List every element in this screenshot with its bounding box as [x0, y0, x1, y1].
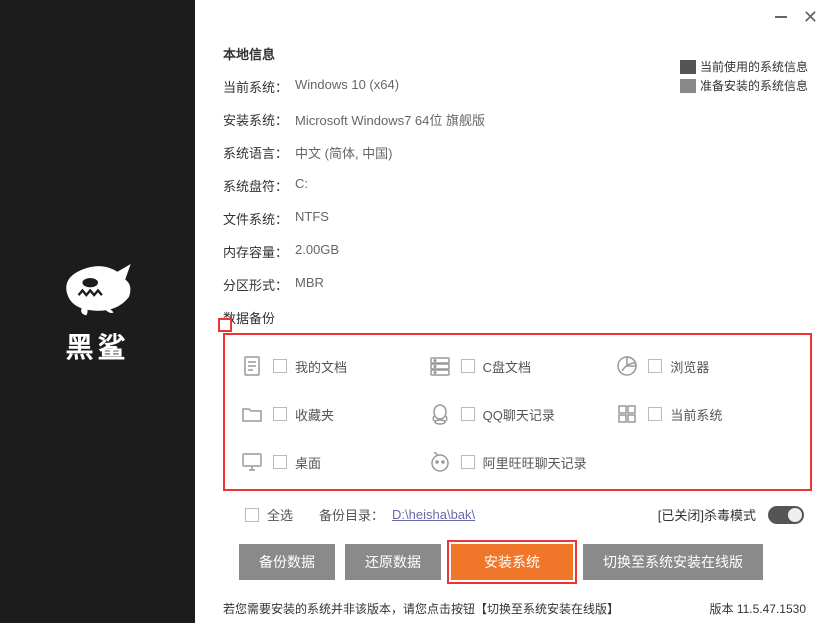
- info-row-fs: 文件系统： NTFS: [223, 209, 812, 228]
- windows-icon: [614, 401, 640, 427]
- system-info: 当前系统： Windows 10 (x64) 安装系统： Microsoft W…: [223, 77, 812, 294]
- backup-item-mydocs: 我的文档: [239, 353, 421, 379]
- legend-target: 准备安装的系统信息: [680, 77, 808, 94]
- backup-item-desktop: 桌面: [239, 449, 421, 475]
- legend-current-label: 当前使用的系统信息: [700, 58, 808, 75]
- antivirus-toggle[interactable]: [768, 506, 804, 524]
- folder-icon: [239, 401, 265, 427]
- backup-button[interactable]: 备份数据: [239, 544, 335, 580]
- legend-current: 当前使用的系统信息: [680, 58, 808, 75]
- aliww-label: 阿里旺旺聊天记录: [483, 453, 587, 472]
- backup-section-title: 数据备份: [223, 308, 812, 327]
- select-all-label: 全选: [267, 505, 293, 524]
- checkbox-mydocs[interactable]: [273, 359, 287, 373]
- checkbox-browser[interactable]: [648, 359, 662, 373]
- mydocs-label: 我的文档: [295, 357, 347, 376]
- backup-item-cdocs: C盘文档: [427, 353, 609, 379]
- info-row-lang: 系统语言： 中文 (简体, 中国): [223, 143, 812, 162]
- fs-value: NTFS: [295, 209, 329, 228]
- mem-value: 2.00GB: [295, 242, 339, 261]
- drive-value: C:: [295, 176, 308, 195]
- info-row-part: 分区形式： MBR: [223, 275, 812, 294]
- install-os-label: 安装系统：: [223, 110, 295, 129]
- document-icon: [239, 353, 265, 379]
- legend-swatch-target: [680, 79, 696, 93]
- minimize-button[interactable]: [775, 16, 787, 18]
- legend: 当前使用的系统信息 准备安装的系统信息: [680, 58, 808, 96]
- footer-note: 若您需要安装的系统并非该版本，请您点击按钮【切换至系统安装在线版】: [223, 600, 619, 617]
- current-os-label: 当前系统：: [223, 77, 295, 96]
- action-buttons: 备份数据 还原数据 安装系统 切换至系统安装在线版: [239, 544, 812, 580]
- brand-text: 黑鲨: [65, 326, 129, 366]
- backup-item-aliww: 阿里旺旺聊天记录: [427, 449, 609, 475]
- backup-item-qq: QQ聊天记录: [427, 401, 609, 427]
- aliwangwang-icon: [427, 449, 453, 475]
- app-window: 黑鲨 ✕ 本地信息 当前使用的系统信息 准备安装的系统信息 当前系统： Wind…: [0, 0, 830, 623]
- browser-icon: [614, 353, 640, 379]
- mem-label: 内存容量：: [223, 242, 295, 261]
- install-os-value: Microsoft Windows7 64位 旗舰版: [295, 110, 485, 129]
- monitor-icon: [239, 449, 265, 475]
- backup-options-row: 全选 备份目录： D:\heisha\bak\ [已关闭]杀毒模式: [223, 505, 812, 524]
- part-value: MBR: [295, 275, 324, 294]
- favorites-label: 收藏夹: [295, 405, 334, 424]
- close-button[interactable]: ✕: [803, 10, 818, 24]
- info-row-drive: 系统盘符： C:: [223, 176, 812, 195]
- backup-grid: 我的文档 C盘文档 浏览器: [239, 353, 796, 475]
- lang-value: 中文 (简体, 中国): [295, 143, 393, 162]
- checkbox-select-all[interactable]: [245, 508, 259, 522]
- lang-label: 系统语言：: [223, 143, 295, 162]
- sidebar: 黑鲨: [0, 0, 195, 623]
- version-label: 版本 11.5.47.1530: [709, 600, 806, 617]
- backup-dir-link[interactable]: D:\heisha\bak\: [392, 507, 475, 522]
- install-button[interactable]: 安装系统: [451, 544, 573, 580]
- switch-online-button[interactable]: 切换至系统安装在线版: [583, 544, 763, 580]
- legend-swatch-current: [680, 60, 696, 74]
- backup-panel: 我的文档 C盘文档 浏览器: [223, 333, 812, 491]
- checkbox-aliww[interactable]: [461, 455, 475, 469]
- browser-label: 浏览器: [670, 357, 709, 376]
- part-label: 分区形式：: [223, 275, 295, 294]
- drive-label: 系统盘符：: [223, 176, 295, 195]
- checkbox-favorites[interactable]: [273, 407, 287, 421]
- window-controls: ✕: [775, 10, 818, 24]
- shark-icon: [58, 250, 138, 320]
- footer: 若您需要安装的系统并非该版本，请您点击按钮【切换至系统安装在线版】 版本 11.…: [223, 600, 812, 617]
- info-row-install-os: 安装系统： Microsoft Windows7 64位 旗舰版: [223, 110, 812, 129]
- fs-label: 文件系统：: [223, 209, 295, 228]
- drive-icon: [427, 353, 453, 379]
- main-panel: ✕ 本地信息 当前使用的系统信息 准备安装的系统信息 当前系统： Windows…: [195, 0, 830, 623]
- current-os-value: Windows 10 (x64): [295, 77, 399, 96]
- cursys-label: 当前系统: [670, 405, 722, 424]
- backup-item-browser: 浏览器: [614, 353, 796, 379]
- qq-label: QQ聊天记录: [483, 405, 555, 424]
- legend-target-label: 准备安装的系统信息: [700, 77, 808, 94]
- checkbox-cdocs[interactable]: [461, 359, 475, 373]
- antivirus-label: [已关闭]杀毒模式: [658, 505, 756, 524]
- restore-button[interactable]: 还原数据: [345, 544, 441, 580]
- qq-icon: [427, 401, 453, 427]
- backup-item-cursys: 当前系统: [614, 401, 796, 427]
- info-row-mem: 内存容量： 2.00GB: [223, 242, 812, 261]
- checkbox-cursys[interactable]: [648, 407, 662, 421]
- desktop-label: 桌面: [295, 453, 321, 472]
- backup-item-favorites: 收藏夹: [239, 401, 421, 427]
- cdocs-label: C盘文档: [483, 357, 531, 376]
- logo: 黑鲨: [0, 250, 195, 366]
- backup-dir-label: 备份目录：: [319, 505, 384, 524]
- checkbox-qq[interactable]: [461, 407, 475, 421]
- checkbox-desktop[interactable]: [273, 455, 287, 469]
